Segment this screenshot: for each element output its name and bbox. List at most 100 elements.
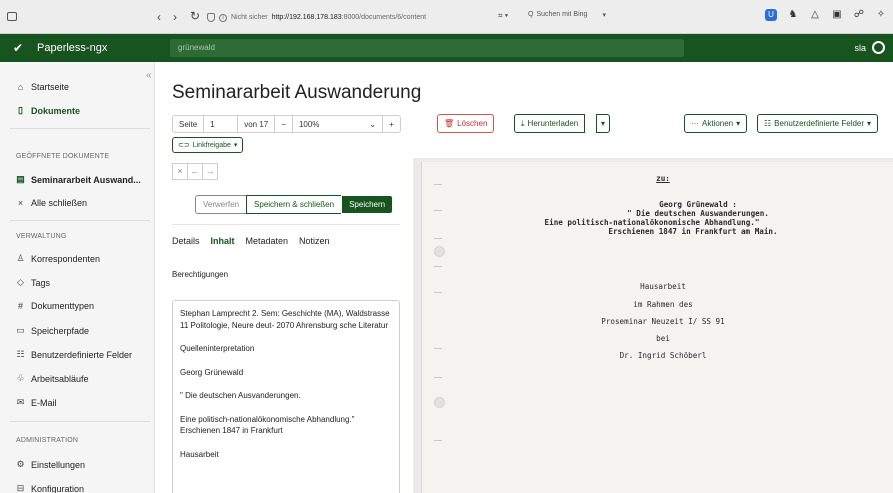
person-icon: ♙ [16, 253, 25, 263]
actions-dropdown[interactable]: ··· Aktionen ▾ [684, 114, 748, 133]
divider [10, 220, 150, 221]
save-button[interactable]: Speichern [341, 195, 394, 214]
preview-line: Erschienen 1847 in Frankfurt am Main. [608, 227, 778, 236]
sidebar-item-label: Alle schließen [31, 198, 88, 208]
tab-content[interactable]: Inhalt [211, 236, 235, 246]
previous-document-button[interactable]: ← [187, 163, 203, 180]
drive-icon[interactable]: △ [809, 9, 821, 21]
punch-hole [434, 246, 445, 257]
browser-toolbar: ‹ › ↻ i Nicht sicher http://192.168.178.… [0, 0, 893, 34]
extension-icon[interactable]: ☍ [853, 9, 865, 21]
sidebar-toggle-icon[interactable] [7, 12, 17, 21]
margin-rule [434, 184, 442, 185]
envelope-icon: ✉ [16, 397, 25, 407]
sidebar-item-korrespondenten[interactable]: ♙ Korrespondenten [16, 253, 100, 264]
global-search-input[interactable]: grünewald [170, 39, 684, 57]
sidebar-item-label: Tags [31, 277, 51, 288]
url-host: http://192.168.178.183 [271, 14, 342, 21]
workflow-icon: ♧ [16, 373, 25, 383]
avatar-icon[interactable] [872, 41, 885, 54]
preview-line: bei [656, 334, 670, 343]
next-document-button[interactable]: → [202, 163, 218, 180]
leaf-logo-icon: ✔ [13, 41, 24, 55]
admin-heading: ADMINISTRATION [16, 437, 79, 444]
tab-notes[interactable]: Notizen [299, 236, 330, 246]
margin-rule [434, 377, 442, 378]
page-label: Seite [173, 116, 205, 132]
sidebar-item-label: Konfiguration [31, 483, 85, 493]
sidebar-item-settings[interactable]: ⚙ Einstellungen [16, 459, 85, 470]
zoom-select[interactable]: 100% ⌄ [293, 116, 383, 132]
file-text-icon: ▤ [16, 174, 25, 184]
sidebar-item-label: Startseite [31, 82, 70, 92]
sidebar-item-tags[interactable]: ◇ Tags [16, 277, 50, 288]
home-icon: ⌂ [17, 82, 24, 92]
actions-label: Aktionen [702, 119, 734, 128]
delete-button[interactable]: 🗑 Löschen [437, 114, 495, 133]
sidebar-item-startseite[interactable]: ⌂ Startseite [16, 82, 69, 92]
page-count: von 17 [238, 116, 276, 132]
tab-metadata[interactable]: Metadaten [246, 236, 289, 246]
reload-icon[interactable]: ↻ [190, 9, 200, 23]
content-paragraph: Hausarbeit [180, 449, 219, 459]
share-link-dropdown[interactable]: ⊂⊃ Linkfreigabe ▾ [172, 137, 244, 153]
sidebar-item-configuration[interactable]: ⊟ Konfiguration [16, 483, 84, 493]
permissions-link[interactable]: Berechtigungen [172, 270, 228, 279]
sidebar-item-custom-fields[interactable]: ☷ Benutzerdefinierte Felder [16, 349, 132, 360]
close-navigation-group: × ← → [172, 163, 218, 180]
extension-icon[interactable]: ♞ [787, 9, 799, 21]
margin-rule [434, 292, 442, 293]
content-paragraph: Eine politisch-nationalökonomische Abhan… [180, 414, 355, 436]
sidebar-item-email[interactable]: ✉ E-Mail [16, 397, 57, 408]
sidebar-item-speicherpfade[interactable]: ▭ Speicherpfade [16, 325, 89, 336]
zoom-out-button[interactable]: − [275, 116, 293, 132]
app-title[interactable]: Paperless-ngx [37, 42, 107, 54]
margin-rule [434, 348, 442, 349]
margin-rule [434, 440, 442, 441]
sliders-icon: ⊟ [16, 483, 25, 493]
sidebar-item-close-all[interactable]: × Alle schließen [16, 198, 87, 208]
sidebar-item-label: Dokumente [31, 105, 81, 116]
close-icon: × [17, 198, 24, 208]
browser-search[interactable]: Q Suchen mit Bing ▾ [528, 11, 606, 19]
folder-icon: ▭ [16, 325, 25, 335]
tab-details[interactable]: Details [172, 236, 200, 246]
preview-line: Proseminar Neuzeit I/ SS 91 [601, 317, 725, 326]
divider [172, 224, 400, 225]
url-bar[interactable]: i Nicht sicher http://192.168.178.183:80… [207, 10, 426, 25]
preview-line: " Die deutschen Auswanderungen. [627, 209, 769, 218]
content-paragraph: Georg Grünewald [180, 367, 244, 377]
sidebar-item-label: Benutzerdefinierte Felder [31, 349, 133, 360]
close-button[interactable]: × [172, 163, 188, 180]
sidebar-item-open-document[interactable]: ▤ Seminararbeit Auswand... [16, 174, 140, 185]
reader-icon[interactable]: ▣ [831, 9, 843, 21]
link-icon: ⊂⊃ [178, 142, 190, 149]
sidebar-item-dokumenttypen[interactable]: # Dokumenttypen [16, 301, 94, 311]
forward-icon[interactable]: › [173, 10, 177, 24]
collapse-sidebar-icon[interactable]: « [146, 70, 152, 81]
extension-icon[interactable]: U [765, 9, 777, 21]
bookmark-icon[interactable]: ⌗ ▾ [498, 11, 508, 21]
user-name[interactable]: sla [854, 43, 866, 53]
download-options-button[interactable]: ▾ [596, 114, 611, 133]
content-textarea[interactable]: Stephan Lamprecht 2. Sem: Geschichte (MA… [172, 300, 400, 493]
margin-rule [434, 266, 442, 267]
back-icon[interactable]: ‹ [157, 10, 161, 24]
sidebar-item-dokumente[interactable]: ▯ Dokumente [16, 105, 80, 116]
browser-search-placeholder: Suchen mit Bing [536, 11, 588, 18]
document-preview[interactable]: zu: Georg Grünewald : " Die deutschen Au… [413, 158, 893, 493]
ui-checks-icon: ☷ [764, 119, 772, 128]
page-controls: Seite 1 von 17 − 100% ⌄ + [172, 115, 401, 133]
zoom-in-button[interactable]: + [383, 116, 400, 132]
custom-fields-dropdown[interactable]: ☷ Benutzerdefinierte Felder ▾ [757, 114, 879, 133]
sidebar-item-label: Arbeitsabläufe [31, 373, 89, 384]
download-button[interactable]: ⤓ Herunterladen [514, 114, 586, 133]
save-close-button[interactable]: Speichern & schließen [246, 195, 343, 214]
puzzle-icon[interactable]: ✧ [875, 9, 887, 21]
content-paragraph: Quelleninterpretation [180, 344, 255, 353]
divider [10, 421, 150, 422]
page-number-input[interactable]: 1 [204, 116, 239, 132]
sidebar-item-workflows[interactable]: ♧ Arbeitsabläufe [16, 373, 89, 384]
discard-button[interactable]: Verwerfen [195, 195, 248, 214]
preview-line: zu: [656, 174, 670, 183]
